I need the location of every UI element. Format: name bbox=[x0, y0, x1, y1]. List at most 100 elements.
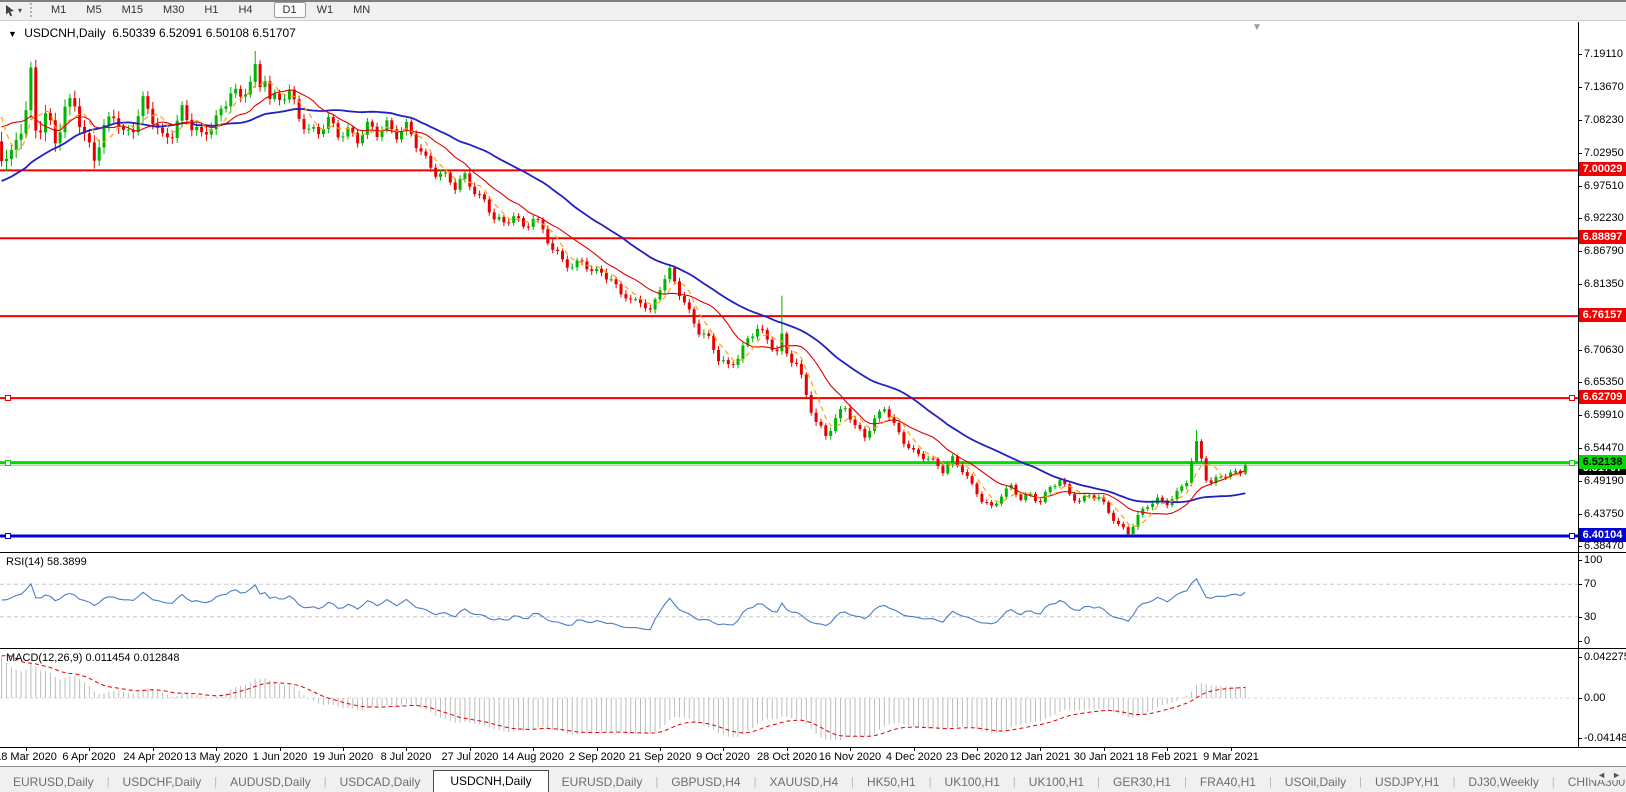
ma-slow-line bbox=[2, 109, 1246, 502]
timeframe-button-M30[interactable]: M30 bbox=[154, 2, 193, 18]
tab-GBPUSD-H4-6[interactable]: GBPUSD,H4 bbox=[658, 772, 753, 792]
timeframe-button-H4[interactable]: H4 bbox=[229, 2, 261, 18]
hline-drag-handle[interactable] bbox=[5, 533, 11, 539]
hline-drag-handle[interactable] bbox=[5, 395, 11, 401]
macd-axis-tick bbox=[1578, 657, 1582, 658]
tab-UK100-H1-10[interactable]: UK100,H1 bbox=[1016, 772, 1097, 792]
hline-drag-handle[interactable] bbox=[5, 460, 11, 466]
pane-separator[interactable] bbox=[0, 552, 1626, 553]
ma-fast-line bbox=[2, 82, 1246, 527]
toolbar-grip[interactable] bbox=[30, 3, 37, 17]
tab-scroll-right-icon[interactable]: ► bbox=[1609, 770, 1624, 780]
chart-window-border bbox=[0, 0, 1626, 2]
rsi-axis-tick bbox=[1578, 641, 1582, 642]
price-axis-label: 7.13670 bbox=[1584, 81, 1626, 93]
timeframe-toolbar: ▾ M1M5M15M30H1H4 D1W1MN bbox=[0, 0, 1626, 21]
rsi-axis-tick bbox=[1578, 617, 1582, 618]
time-axis-border bbox=[0, 747, 1626, 748]
tab-USDCNH-Daily-4[interactable]: USDCNH,Daily bbox=[433, 770, 548, 792]
timeframe-button-W1[interactable]: W1 bbox=[308, 2, 343, 18]
chart-ohlc-values: 6.50339 6.52091 6.50108 6.51707 bbox=[112, 26, 296, 40]
macd-signal-line bbox=[2, 656, 1246, 737]
cursor-dropdown-caret[interactable]: ▾ bbox=[18, 6, 22, 15]
price-chart-pane[interactable] bbox=[0, 22, 1578, 552]
chart-title-caret[interactable]: ▼ bbox=[8, 29, 17, 39]
price-axis-label: 7.02950 bbox=[1584, 147, 1626, 159]
date-label: 9 Mar 2021 bbox=[1186, 751, 1276, 763]
price-axis-label: 6.65350 bbox=[1584, 376, 1626, 388]
tab-FRA40-H1-12[interactable]: FRA40,H1 bbox=[1187, 772, 1269, 792]
tab-USOil-Daily-13[interactable]: USOil,Daily bbox=[1272, 772, 1359, 792]
chart-title: ▼ USDCNH,Daily 6.50339 6.52091 6.50108 6… bbox=[8, 26, 296, 40]
tab-GER30-H1-11[interactable]: GER30,H1 bbox=[1100, 772, 1184, 792]
tab-AUDUSD-Daily-2[interactable]: AUDUSD,Daily bbox=[217, 772, 324, 792]
hline-price-tag-6.52138: 6.52138 bbox=[1579, 455, 1626, 469]
tab-scroll-arrows: ◄► bbox=[1590, 770, 1624, 780]
pane-separator[interactable] bbox=[0, 648, 1626, 649]
macd-axis-tick bbox=[1578, 738, 1582, 739]
macd-axis-label: 0.042275 bbox=[1584, 651, 1626, 663]
price-axis-label: 6.97510 bbox=[1584, 180, 1626, 192]
crosshair-cursor-icon[interactable]: ▾ bbox=[0, 1, 26, 19]
timeframe-button-MN[interactable]: MN bbox=[344, 2, 379, 18]
tab-DJ30-Weekly-15[interactable]: DJ30,Weekly bbox=[1455, 772, 1551, 792]
price-axis-label: 7.19110 bbox=[1584, 48, 1626, 60]
rsi-axis-label: 70 bbox=[1584, 578, 1626, 590]
timeframe-buttons: M1M5M15M30H1H4 D1W1MN bbox=[41, 4, 380, 16]
ma-mid-line bbox=[2, 90, 1246, 514]
timeframe-button-M5[interactable]: M5 bbox=[77, 2, 110, 18]
price-axis-border bbox=[1578, 22, 1579, 747]
price-axis-label: 7.08230 bbox=[1584, 114, 1626, 126]
price-axis-tick bbox=[1578, 186, 1582, 187]
tab-USDCAD-Daily-3[interactable]: USDCAD,Daily bbox=[327, 772, 434, 792]
timeframe-button-M15[interactable]: M15 bbox=[113, 2, 152, 18]
rsi-label: RSI(14) 58.3899 bbox=[6, 556, 87, 568]
tab-USDJPY-H1-14[interactable]: USDJPY,H1 bbox=[1362, 772, 1452, 792]
timeframe-button-M1[interactable]: M1 bbox=[42, 2, 75, 18]
tab-HK50-H1-8[interactable]: HK50,H1 bbox=[854, 772, 929, 792]
timeframe-button-D1[interactable]: D1 bbox=[274, 2, 306, 18]
rsi-axis-tick bbox=[1578, 584, 1582, 585]
hline-price-tag-6.88897: 6.88897 bbox=[1579, 230, 1626, 244]
timeframe-button-H1[interactable]: H1 bbox=[195, 2, 227, 18]
price-axis-tick bbox=[1578, 415, 1582, 416]
hline-drag-handle[interactable] bbox=[1569, 395, 1575, 401]
price-axis-tick bbox=[1578, 546, 1582, 547]
rsi-axis-label: 30 bbox=[1584, 611, 1626, 623]
price-axis-label: 6.59910 bbox=[1584, 409, 1626, 421]
tab-scroll-left-icon[interactable]: ◄ bbox=[1594, 770, 1609, 780]
tab-XAUUSD-H4-7[interactable]: XAUUSD,H4 bbox=[756, 772, 851, 792]
price-axis-label: 6.54470 bbox=[1584, 442, 1626, 454]
rsi-line bbox=[2, 579, 1246, 630]
macd-label: MACD(12,26,9) 0.011454 0.012848 bbox=[6, 652, 179, 664]
chart-tab-bar: EURUSD,Daily|USDCHF,Daily|AUDUSD,Daily|U… bbox=[0, 766, 1626, 792]
macd-axis-label: 0.00 bbox=[1584, 692, 1626, 704]
tab-UK100-H1-9[interactable]: UK100,H1 bbox=[932, 772, 1013, 792]
price-axis-tick bbox=[1578, 54, 1582, 55]
hline-drag-handle[interactable] bbox=[1569, 460, 1575, 466]
price-axis-label: 6.49190 bbox=[1584, 475, 1626, 487]
rsi-axis-label: 100 bbox=[1584, 554, 1626, 566]
price-axis-tick bbox=[1578, 153, 1582, 154]
price-axis-tick bbox=[1578, 251, 1582, 252]
rsi-axis-label: 0 bbox=[1584, 635, 1626, 647]
tab-EURUSD-Daily-0[interactable]: EURUSD,Daily bbox=[0, 772, 107, 792]
price-axis-tick bbox=[1578, 120, 1582, 121]
hline-price-tag-6.76157: 6.76157 bbox=[1579, 308, 1626, 322]
price-axis-tick bbox=[1578, 218, 1582, 219]
price-axis-tick bbox=[1578, 350, 1582, 351]
hline-price-tag-7.00029: 7.00029 bbox=[1579, 162, 1626, 176]
hline-drag-handle[interactable] bbox=[1569, 533, 1575, 539]
chart-symbol-period: USDCNH,Daily bbox=[24, 26, 105, 40]
macd-axis-label: -0.04148 bbox=[1584, 732, 1626, 744]
price-axis-tick bbox=[1578, 284, 1582, 285]
price-axis-tick bbox=[1578, 382, 1582, 383]
price-axis-tick bbox=[1578, 87, 1582, 88]
rsi-indicator-pane[interactable] bbox=[0, 553, 1578, 648]
scroll-to-end-marker[interactable]: ▼ bbox=[1252, 22, 1262, 33]
price-axis-label: 6.92230 bbox=[1584, 212, 1626, 224]
tab-USDCHF-Daily-1[interactable]: USDCHF,Daily bbox=[110, 772, 215, 792]
macd-axis-tick bbox=[1578, 698, 1582, 699]
tab-EURUSD-Daily-5[interactable]: EURUSD,Daily bbox=[549, 772, 656, 792]
macd-indicator-pane[interactable] bbox=[0, 649, 1578, 747]
